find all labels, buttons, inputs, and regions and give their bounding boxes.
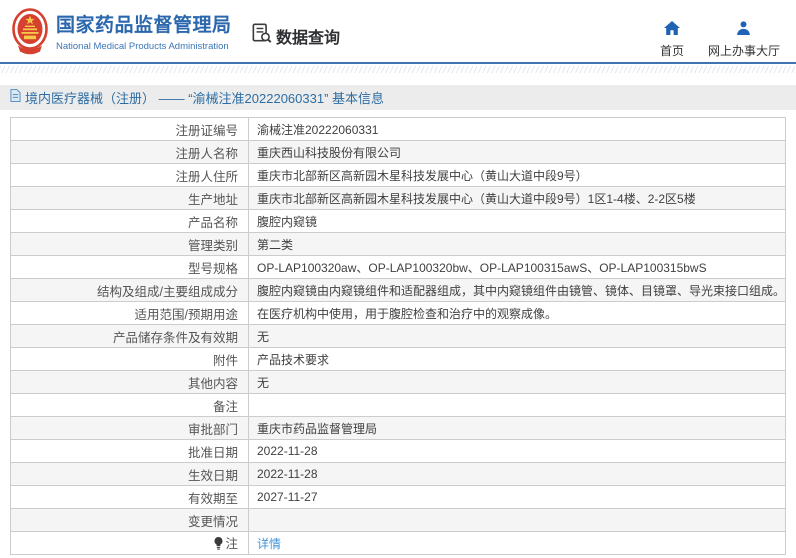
national-emblem-logo: [12, 8, 48, 56]
page: 国家药品监督管理局 National Medical Products Admi…: [0, 0, 796, 558]
row-value: 详情: [248, 531, 786, 555]
row-value: 腹腔内窥镜: [248, 209, 786, 233]
breadcrumb: 境内医疗器械（注册） —— “渝械注准20222060331” 基本信息: [0, 85, 796, 110]
row-label: 适用范围/预期用途: [10, 301, 249, 325]
row-label: 结构及组成/主要组成成分: [10, 278, 249, 302]
info-table: 注册证编号 渝械注准20222060331 注册人名称 重庆西山科技股份有限公司 注册人…: [10, 117, 786, 555]
table-row: 注详情: [10, 531, 786, 555]
row-label: 变更情况: [10, 508, 249, 532]
row-value: 2022-11-28: [248, 439, 786, 463]
row-label: 管理类别: [10, 232, 249, 256]
site-title: 国家药品监督管理局: [56, 15, 232, 36]
table-row: 生产地址 重庆市北部新区高新园木星科技发展中心（黄山大道中段9号）1区1-4楼、2…: [10, 186, 786, 210]
breadcrumb-text: 境内医疗器械（注册） —— “渝械注准20222060331” 基本信息: [25, 91, 385, 106]
details-link[interactable]: 详情: [257, 537, 281, 551]
table-row: 注册人名称 重庆西山科技股份有限公司: [10, 140, 786, 164]
header-stripe-band: [0, 66, 796, 73]
table-row: 注册证编号 渝械注准20222060331: [10, 117, 786, 141]
page-icon: [10, 88, 21, 107]
row-label: 有效期至: [10, 485, 249, 509]
table-row: 管理类别 第二类: [10, 232, 786, 256]
table-row: 注册人住所 重庆市北部新区高新园木星科技发展中心（黄山大道中段9号）: [10, 163, 786, 187]
data-query-nav[interactable]: 数据查询: [252, 23, 340, 48]
row-value: 无: [248, 370, 786, 394]
row-label: 附件: [10, 347, 249, 371]
table-row: 附件 产品技术要求: [10, 347, 786, 371]
nav-home-label: 首页: [659, 44, 684, 58]
table-row: 备注: [10, 393, 786, 417]
document-search-icon: [252, 23, 272, 48]
table-row: 变更情况: [10, 508, 786, 532]
row-label: 注: [10, 531, 249, 555]
site-header: 国家药品监督管理局 National Medical Products Admi…: [0, 0, 796, 64]
title-block: 国家药品监督管理局 National Medical Products Admi…: [56, 14, 232, 52]
row-value: 第二类: [248, 232, 786, 256]
row-value: 重庆市北部新区高新园木星科技发展中心（黄山大道中段9号）1区1-4楼、2-2区5…: [248, 186, 786, 210]
row-value: 2022-11-28: [248, 462, 786, 486]
row-value: 重庆西山科技股份有限公司: [248, 140, 786, 164]
row-label: 生效日期: [10, 462, 249, 486]
bulb-icon: [214, 537, 223, 553]
site-subtitle: National Medical Products Administration: [56, 41, 229, 52]
row-value: 重庆市药品监督管理局: [248, 416, 786, 440]
row-value: 无: [248, 324, 786, 348]
row-label: 其他内容: [10, 370, 249, 394]
row-label: 生产地址: [10, 186, 249, 210]
row-value: 2027-11-27: [248, 485, 786, 509]
row-label: 注册证编号: [10, 117, 249, 141]
info-table-body: 注册证编号 渝械注准20222060331 注册人名称 重庆西山科技股份有限公司 注册人…: [10, 117, 786, 555]
nav-service-hall[interactable]: 网上办事大厅: [708, 21, 780, 59]
row-label: 注册人住所: [10, 163, 249, 187]
user-icon: [736, 21, 751, 40]
row-label: 产品名称: [10, 209, 249, 233]
row-value: 腹腔内窥镜由内窥镜组件和适配器组成，其中内窥镜组件由镜管、镜体、目镜罩、导光束接…: [248, 278, 786, 302]
row-label: 备注: [10, 393, 249, 417]
home-icon: [663, 21, 680, 40]
row-value: 在医疗机构中使用，用于腹腔检查和治疗中的观察成像。: [248, 301, 786, 325]
table-row: 适用范围/预期用途 在医疗机构中使用，用于腹腔检查和治疗中的观察成像。: [10, 301, 786, 325]
table-row: 型号规格 OP-LAP100320aw、OP-LAP100320bw、OP-LAP…: [10, 255, 786, 279]
table-row: 生效日期 2022-11-28: [10, 462, 786, 486]
nav-service-hall-label: 网上办事大厅: [707, 44, 780, 58]
table-row: 产品储存条件及有效期无: [10, 324, 786, 348]
emblem-icon: [12, 8, 48, 55]
row-label: 审批部门: [10, 416, 249, 440]
row-value: 重庆市北部新区高新园木星科技发展中心（黄山大道中段9号）: [248, 163, 786, 187]
table-row: 其他内容无: [10, 370, 786, 394]
row-value: 渝械注准20222060331: [248, 117, 786, 141]
row-label: 型号规格: [10, 255, 249, 279]
row-label: 产品储存条件及有效期: [10, 324, 249, 348]
row-value: [248, 508, 786, 532]
header-nav: 首页 网上办事大厅: [660, 21, 780, 59]
table-row: 结构及组成/主要组成成分 腹腔内窥镜由内窥镜组件和适配器组成，其中内窥镜组件由镜管…: [10, 278, 786, 302]
row-label: 批准日期: [10, 439, 249, 463]
table-row: 审批部门 重庆市药品监督管理局: [10, 416, 786, 440]
table-row: 有效期至 2027-11-27: [10, 485, 786, 509]
table-row: 产品名称 腹腔内窥镜: [10, 209, 786, 233]
row-label: 注册人名称: [10, 140, 249, 164]
nav-home[interactable]: 首页: [660, 21, 684, 59]
row-value: 产品技术要求: [248, 347, 786, 371]
table-row: 批准日期 2022-11-28: [10, 439, 786, 463]
row-value: [248, 393, 786, 417]
row-value: OP-LAP100320aw、OP-LAP100320bw、OP-LAP1003…: [248, 255, 786, 279]
data-query-label: 数据查询: [276, 29, 341, 47]
